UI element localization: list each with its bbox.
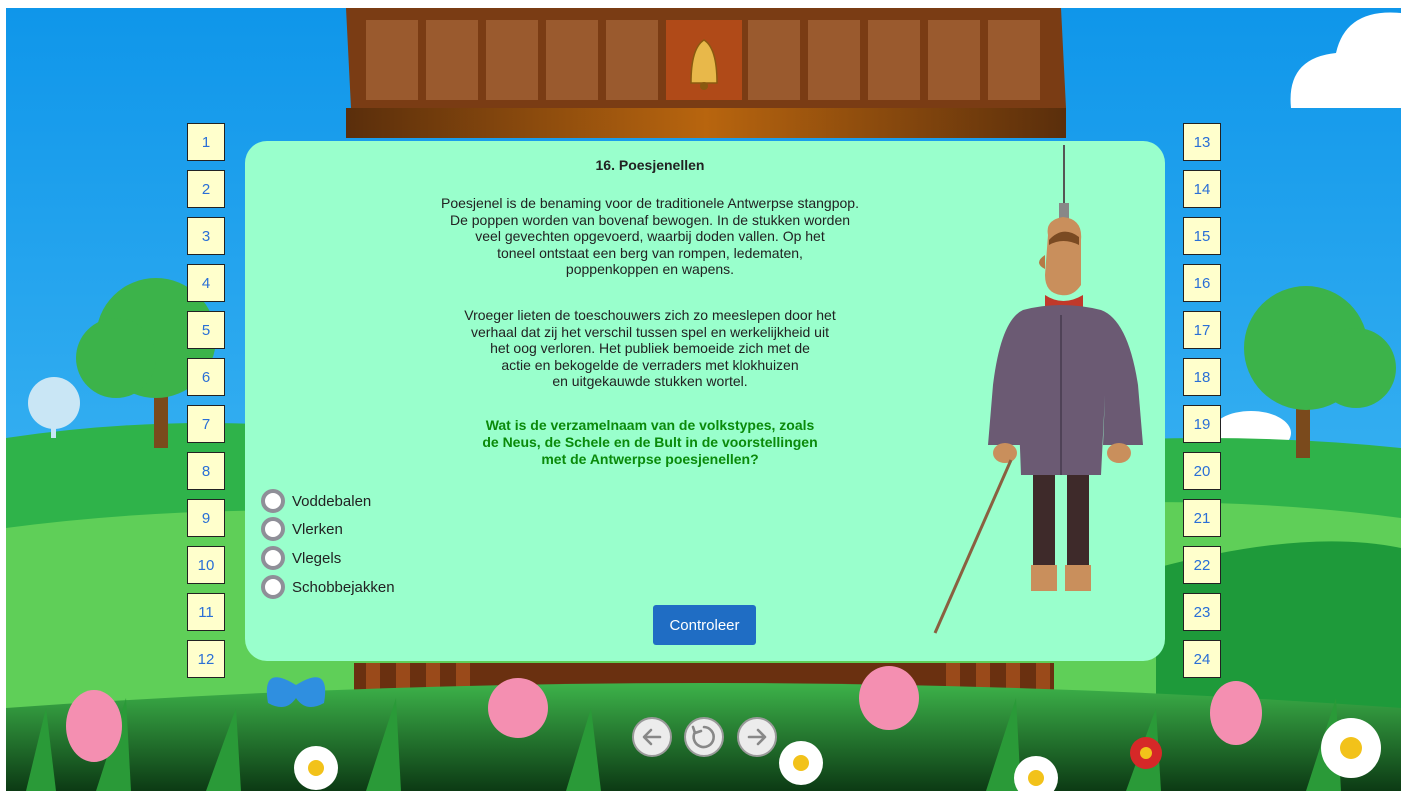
question-13-button[interactable]: 13 xyxy=(1183,123,1221,161)
question-1-button[interactable]: 1 xyxy=(187,123,225,161)
answer-label: Vlerken xyxy=(292,520,343,538)
question-10-button[interactable]: 10 xyxy=(187,546,225,584)
answer-label: Vlegels xyxy=(292,549,342,567)
question-6-button[interactable]: 6 xyxy=(187,358,225,396)
answer-option[interactable]: Voddebalen xyxy=(261,487,371,515)
check-button[interactable]: Controleer xyxy=(653,605,756,645)
answer-option[interactable]: Vlegels xyxy=(261,544,341,572)
radio-button[interactable] xyxy=(261,575,285,599)
previous-button[interactable] xyxy=(632,717,672,757)
question-17-button[interactable]: 17 xyxy=(1183,311,1221,349)
question-11-button[interactable]: 11 xyxy=(187,593,225,631)
question-19-button[interactable]: 19 xyxy=(1183,405,1221,443)
question-5-button[interactable]: 5 xyxy=(187,311,225,349)
radio-button[interactable] xyxy=(261,546,285,570)
answer-option[interactable]: Vlerken xyxy=(261,515,343,543)
question-18-button[interactable]: 18 xyxy=(1183,358,1221,396)
question-22-button[interactable]: 22 xyxy=(1183,546,1221,584)
arrow-right-icon xyxy=(747,728,767,746)
next-button[interactable] xyxy=(737,717,777,757)
answer-option[interactable]: Schobbejakken xyxy=(261,573,395,601)
answer-label: Voddebalen xyxy=(292,492,372,510)
question-14-button[interactable]: 14 xyxy=(1183,170,1221,208)
history-paragraph: Vroeger lieten de toeschouwers zich zo m… xyxy=(464,307,836,389)
radio-button[interactable] xyxy=(261,517,285,541)
question-8-button[interactable]: 8 xyxy=(187,452,225,490)
question-15-button[interactable]: 15 xyxy=(1183,217,1221,255)
question-16-button[interactable]: 16 xyxy=(1183,264,1221,302)
question-2-button[interactable]: 2 xyxy=(187,170,225,208)
question-text: Wat is de verzamelnaam van de volkstypes… xyxy=(482,417,818,467)
question-23-button[interactable]: 23 xyxy=(1183,593,1221,631)
question-24-button[interactable]: 24 xyxy=(1183,640,1221,678)
question-7-button[interactable]: 7 xyxy=(187,405,225,443)
question-9-button[interactable]: 9 xyxy=(187,499,225,537)
reload-icon xyxy=(691,725,715,749)
quiz-panel: 16. Poesjenellen Poesjenel is de benamin… xyxy=(245,141,1165,661)
radio-button[interactable] xyxy=(261,489,285,513)
question-21-button[interactable]: 21 xyxy=(1183,499,1221,537)
answer-label: Schobbejakken xyxy=(292,578,395,596)
question-4-button[interactable]: 4 xyxy=(187,264,225,302)
reload-button[interactable] xyxy=(684,717,724,757)
question-12-button[interactable]: 12 xyxy=(187,640,225,678)
intro-paragraph: Poesjenel is de benaming voor de traditi… xyxy=(441,195,859,277)
question-20-button[interactable]: 20 xyxy=(1183,452,1221,490)
question-3-button[interactable]: 3 xyxy=(187,217,225,255)
puppet-image xyxy=(933,145,1143,634)
arrow-left-icon xyxy=(642,728,662,746)
